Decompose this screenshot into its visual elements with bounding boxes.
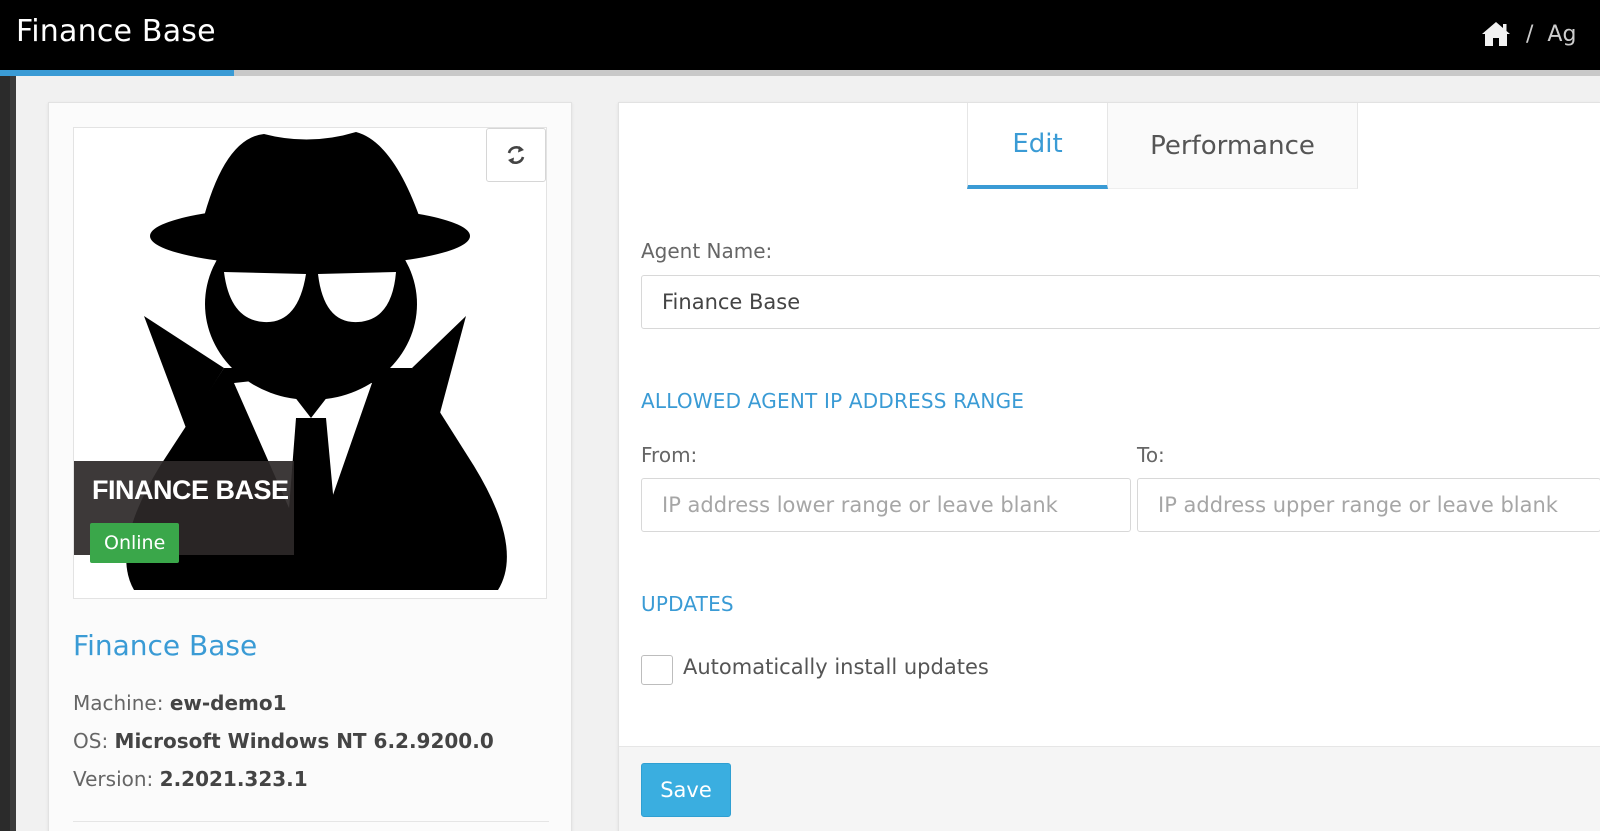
- auto-update-label[interactable]: Automatically install updates: [683, 655, 989, 679]
- agent-name-overlay: FINANCE BASE Online: [74, 461, 294, 563]
- breadcrumb-separator: /: [1526, 21, 1534, 47]
- refresh-button[interactable]: [486, 128, 546, 182]
- page-title: Finance Base: [16, 14, 216, 49]
- top-bar: Finance Base / Ag: [0, 0, 1600, 70]
- overlay-agent-name: FINANCE BASE: [92, 475, 289, 505]
- tab-edit[interactable]: Edit: [967, 103, 1108, 189]
- agent-name-link[interactable]: Finance Base: [73, 629, 257, 662]
- machine-value: ew-demo1: [169, 691, 287, 715]
- auto-update-checkbox[interactable]: [641, 655, 673, 685]
- breadcrumb: / Ag: [1480, 16, 1600, 52]
- version-info: Version: 2.2021.323.1: [73, 767, 308, 791]
- version-label: Version:: [73, 767, 154, 791]
- version-value: 2.2021.323.1: [159, 767, 308, 791]
- agent-name-input[interactable]: [641, 275, 1600, 329]
- form-footer: Save: [619, 746, 1600, 831]
- save-button[interactable]: Save: [641, 763, 731, 817]
- page-progress-bar: [0, 70, 1600, 76]
- machine-info: Machine: ew-demo1: [73, 691, 287, 715]
- tab-performance[interactable]: Performance: [1108, 103, 1358, 189]
- to-label: To:: [1137, 443, 1165, 467]
- tab-bar: Edit Performance: [967, 103, 1358, 189]
- ip-to-input[interactable]: [1137, 478, 1600, 532]
- card-divider: [73, 821, 549, 822]
- machine-label: Machine:: [73, 691, 164, 715]
- agent-settings-card: Edit Performance Agent Name: ALLOWED AGE…: [618, 102, 1600, 831]
- breadcrumb-item[interactable]: Ag: [1547, 22, 1576, 47]
- agent-avatar: FINANCE BASE Online: [73, 127, 547, 599]
- agent-name-label: Agent Name:: [641, 239, 773, 263]
- home-icon[interactable]: [1480, 19, 1512, 49]
- updates-section-title: UPDATES: [641, 592, 734, 616]
- status-badge: Online: [90, 523, 180, 563]
- os-label: OS:: [73, 729, 109, 753]
- os-value: Microsoft Windows NT 6.2.9200.0: [114, 729, 494, 753]
- ip-range-section-title: ALLOWED AGENT IP ADDRESS RANGE: [641, 389, 1025, 413]
- refresh-icon: [507, 146, 525, 164]
- from-label: From:: [641, 443, 698, 467]
- os-info: OS: Microsoft Windows NT 6.2.9200.0: [73, 729, 494, 753]
- page-progress-fill: [0, 70, 234, 76]
- agent-card: FINANCE BASE Online Finance Base Machine…: [48, 102, 572, 831]
- ip-from-input[interactable]: [641, 478, 1131, 532]
- left-sidebar-edge: [0, 76, 16, 831]
